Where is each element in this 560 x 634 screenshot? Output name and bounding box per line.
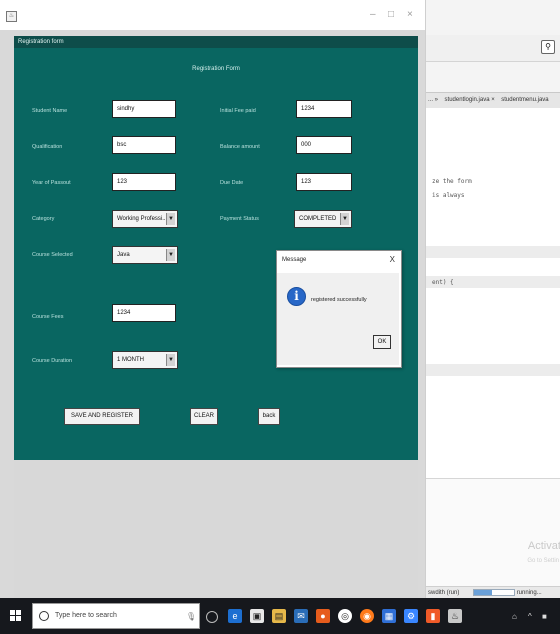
run-progress-fill xyxy=(474,589,493,595)
store-icon[interactable]: ▣ xyxy=(250,609,264,623)
code-line: ent) { xyxy=(432,279,454,286)
course-selected-value: Java xyxy=(117,252,130,258)
edge-icon[interactable]: e xyxy=(228,609,242,623)
settings-icon[interactable]: ⚙ xyxy=(404,609,418,623)
code-line: is always xyxy=(432,192,465,199)
course-duration-label: Course Duration xyxy=(32,358,73,364)
year-of-passout-input[interactable]: 123 xyxy=(112,173,176,191)
ide-output-panel xyxy=(426,478,560,599)
chevron-down-icon[interactable]: ▼ xyxy=(166,249,175,261)
dialog-close-button[interactable]: X xyxy=(390,255,395,264)
balance-amount-input[interactable]: 000 xyxy=(296,136,352,154)
course-fees-input[interactable]: 1234 xyxy=(112,304,176,322)
network-icon[interactable]: ⌂ xyxy=(512,612,517,621)
ide-toolbar xyxy=(426,35,560,62)
ide-tab-studentlogin[interactable]: studentlogin.java × xyxy=(443,94,497,106)
category-label: Category xyxy=(32,216,55,222)
windows-taskbar: Type here to search 🎙 e ▣ ▤ ✉ ● ◎ ◉ ▦ ⚙ … xyxy=(0,598,560,634)
ide-code-editor[interactable]: ze the form is always ent) { xyxy=(426,108,560,478)
ide-tab-studentmenu[interactable]: studentmenu.java xyxy=(499,94,550,106)
course-duration-value: 1 MONTH xyxy=(117,357,144,363)
info-icon: i xyxy=(287,287,306,306)
taskbar-search-box[interactable]: Type here to search xyxy=(32,603,200,629)
category-value: Working Professi... xyxy=(117,216,168,222)
ide-tab[interactable]: ... » xyxy=(426,94,440,106)
store2-icon[interactable]: ▦ xyxy=(382,609,396,623)
files-icon[interactable]: ▤ xyxy=(272,609,286,623)
form-heading: Registration Form xyxy=(192,66,240,72)
minimize-button[interactable]: – xyxy=(370,9,376,20)
payment-status-dropdown[interactable]: COMPLETED ▼ xyxy=(294,210,352,228)
chrome-icon[interactable]: ◎ xyxy=(338,609,352,623)
taskbar-search-placeholder: Type here to search xyxy=(55,612,117,619)
course-selected-label: Course Selected xyxy=(32,252,73,258)
java-app-icon: ♨ xyxy=(6,11,17,22)
firefox-icon[interactable]: ◉ xyxy=(360,609,374,623)
windows-start-icon[interactable] xyxy=(10,610,22,622)
payment-status-value: COMPLETED xyxy=(299,216,337,222)
ok-button[interactable]: OK xyxy=(373,335,391,349)
ide-background: ⚲ ... » studentlogin.java × studentmenu.… xyxy=(425,0,560,599)
run-progress-bar xyxy=(473,588,516,596)
initial-fee-paid-label: Initial Fee paid xyxy=(220,108,256,114)
java-icon[interactable]: ♨ xyxy=(448,609,462,623)
ide-search-icon[interactable]: ⚲ xyxy=(541,40,555,54)
qualification-input[interactable]: bsc xyxy=(112,136,176,154)
code-line: ze the form xyxy=(432,178,472,185)
highlighted-line xyxy=(426,246,560,258)
student-name-label: Student Name xyxy=(32,108,68,114)
media-icon[interactable]: ● xyxy=(316,609,330,623)
clear-button[interactable]: CLEAR xyxy=(190,408,218,425)
chevron-up-icon[interactable]: ^ xyxy=(528,612,532,621)
course-duration-dropdown[interactable]: 1 MONTH ▼ xyxy=(112,351,178,369)
balance-amount-label: Balance amount xyxy=(220,144,260,150)
mail-icon[interactable]: ✉ xyxy=(294,609,308,623)
save-and-register-button[interactable]: SAVE AND REGISTER xyxy=(64,408,140,425)
message-dialog: Message X i registered successfully OK xyxy=(276,250,402,368)
back-button[interactable]: back xyxy=(258,408,280,425)
run-status-text: swdith (run) xyxy=(428,590,460,596)
payment-status-label: Payment Status xyxy=(220,216,259,222)
window-titlebar: ♨ – □ × xyxy=(0,0,425,30)
chevron-down-icon[interactable]: ▼ xyxy=(166,354,175,366)
category-dropdown[interactable]: Working Professi... ▼ xyxy=(112,210,178,228)
window-lower-area xyxy=(14,460,418,598)
office-icon[interactable]: ▮ xyxy=(426,609,440,623)
due-date-input[interactable]: 123 xyxy=(296,173,352,191)
activate-windows-watermark: Activate xyxy=(527,540,560,552)
microphone-icon[interactable]: 🎙 xyxy=(186,612,196,621)
close-button[interactable]: × xyxy=(407,9,413,20)
activate-windows-subtext: Go to Settin xyxy=(527,558,559,564)
task-view-icon[interactable] xyxy=(206,611,218,623)
initial-fee-paid-input[interactable]: 1234 xyxy=(296,100,352,118)
running-text: running... xyxy=(516,590,542,596)
dialog-message: registered successfully xyxy=(311,297,367,303)
qualification-label: Qualification xyxy=(32,144,63,150)
frame-title: Registration form xyxy=(14,36,418,48)
dialog-body: i registered successfully OK xyxy=(277,273,399,365)
cortana-icon xyxy=(39,611,49,621)
maximize-button[interactable]: □ xyxy=(388,9,394,20)
notification-icon[interactable]: ■ xyxy=(542,612,547,621)
dialog-title: Message xyxy=(282,257,307,263)
due-date-label: Due Date xyxy=(220,180,244,186)
student-name-input[interactable]: sindhy xyxy=(112,100,176,118)
highlighted-line xyxy=(426,364,560,376)
chevron-down-icon[interactable]: ▼ xyxy=(340,213,349,225)
chevron-down-icon[interactable]: ▼ xyxy=(166,213,175,225)
course-fees-label: Course Fees xyxy=(32,314,64,320)
course-selected-dropdown[interactable]: Java ▼ xyxy=(112,246,178,264)
year-of-passout-label: Year of Passout xyxy=(32,180,71,186)
